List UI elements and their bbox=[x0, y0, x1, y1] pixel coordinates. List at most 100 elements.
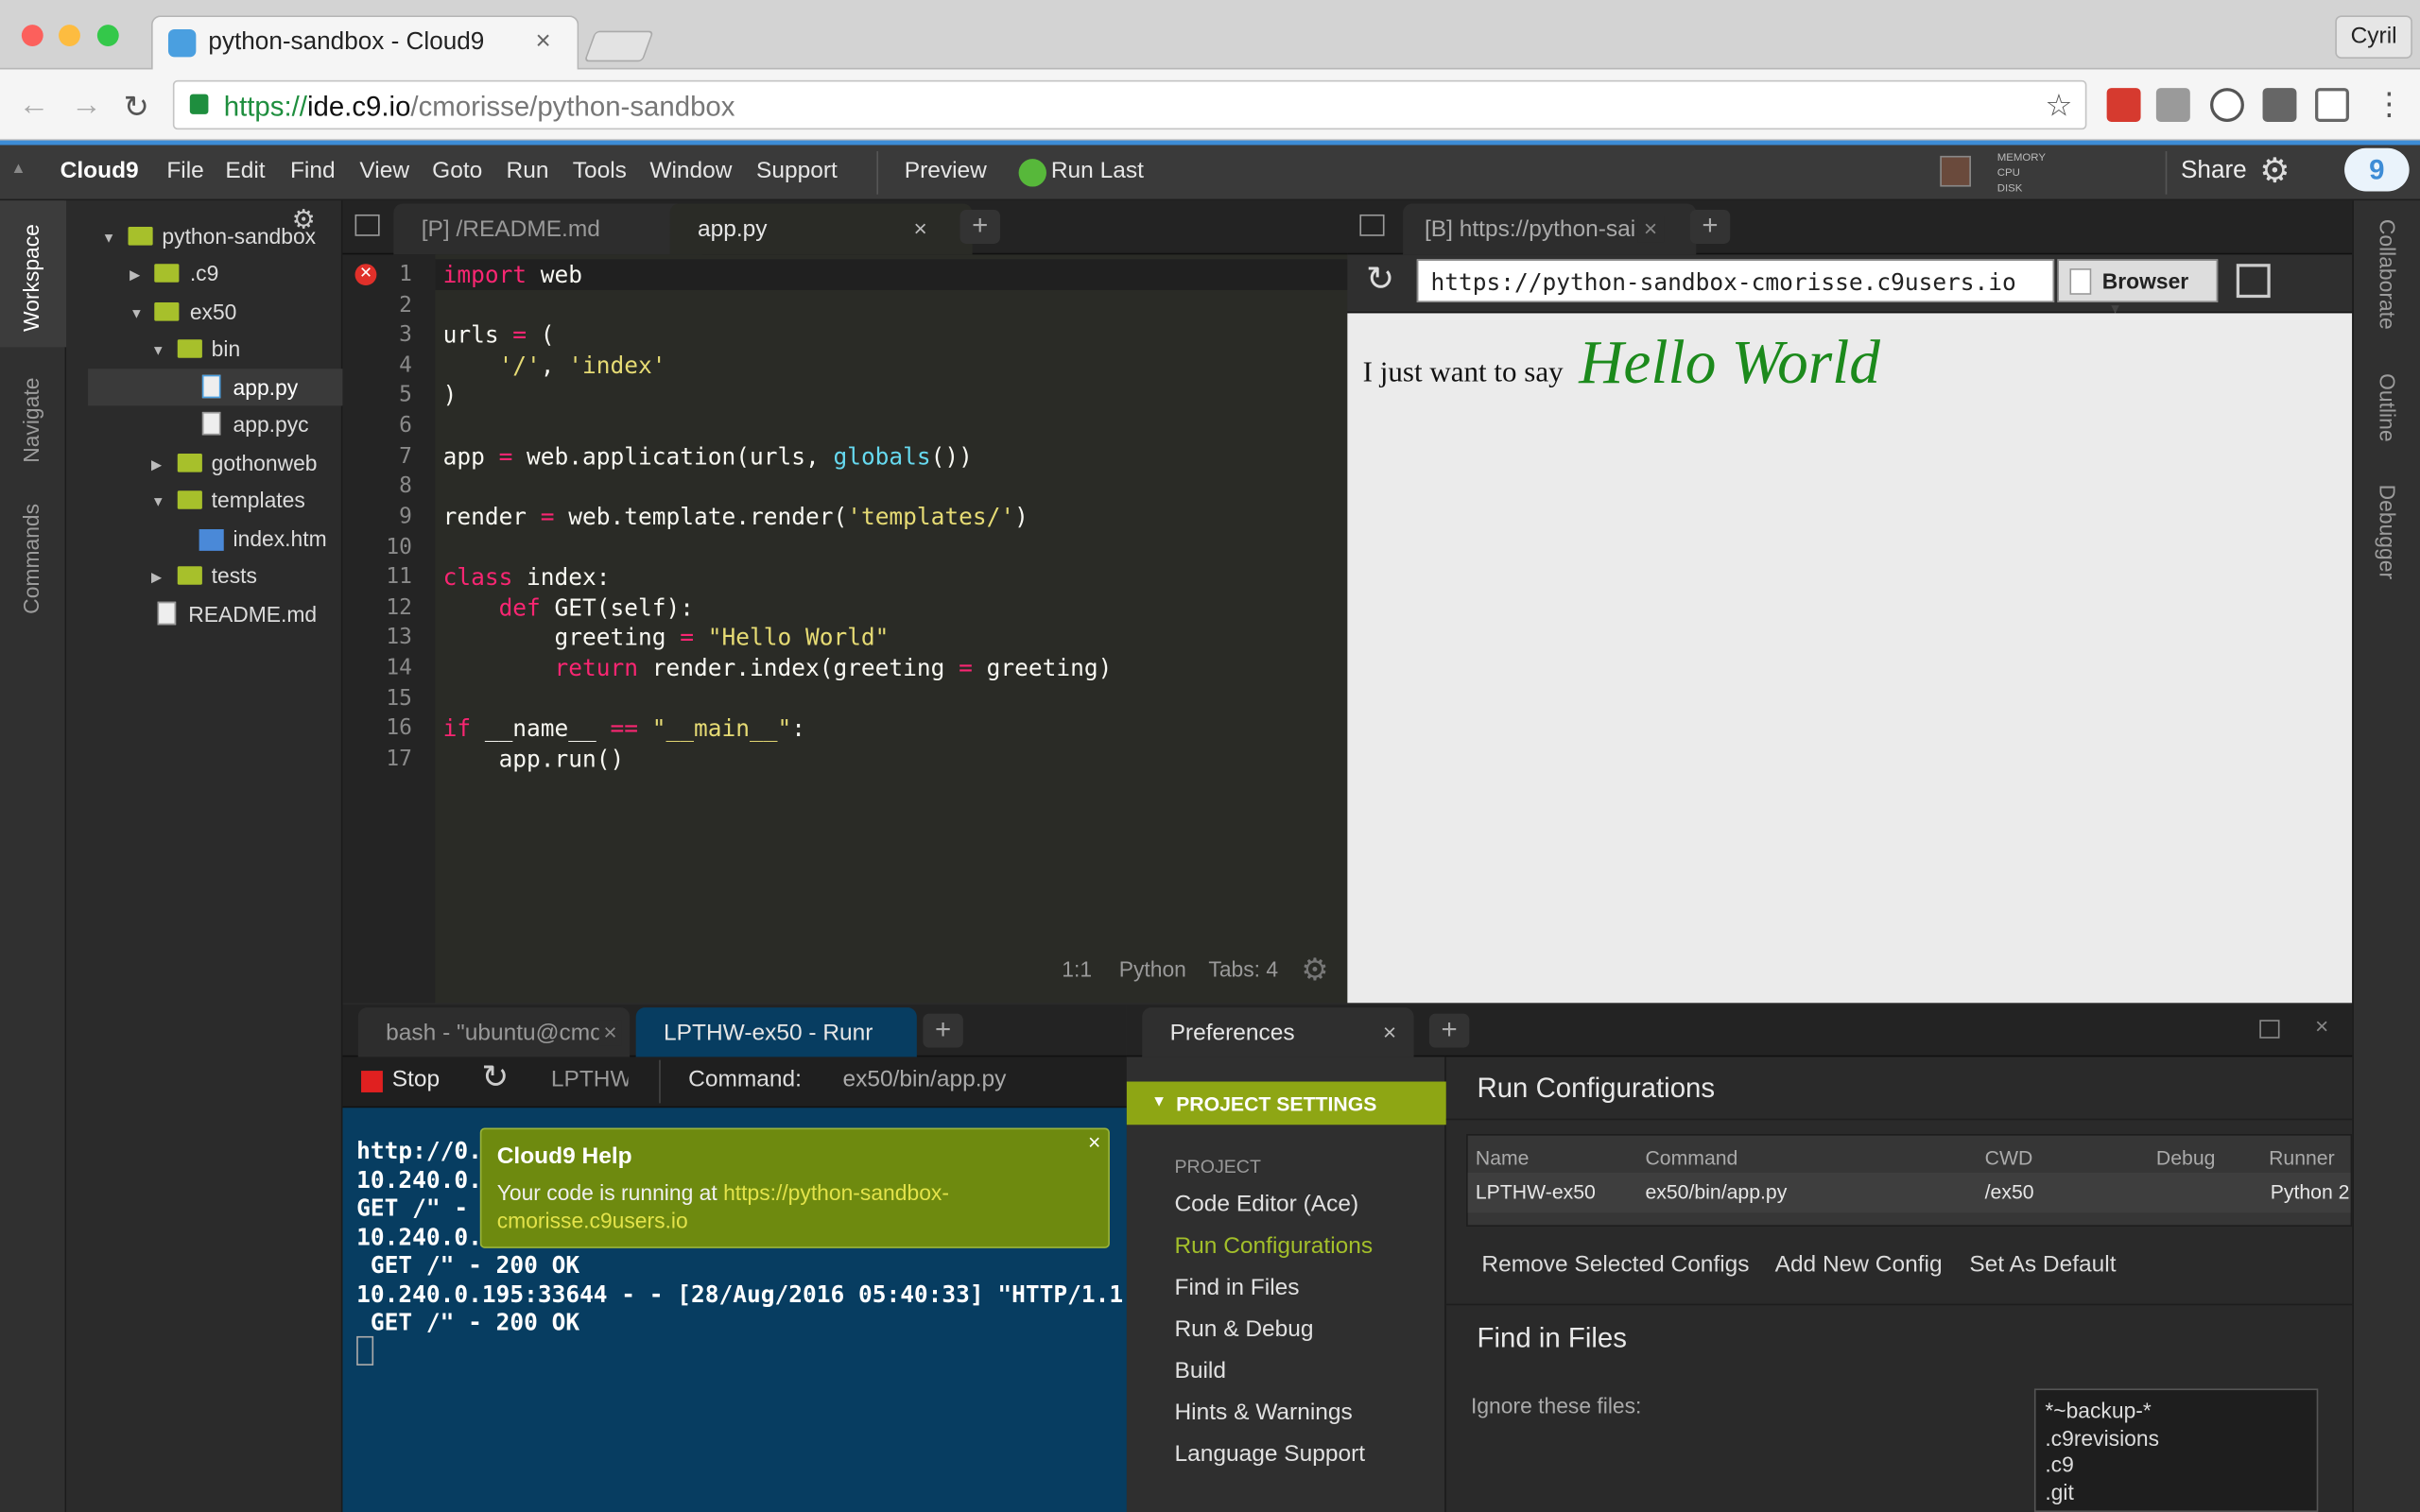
menu-find[interactable]: Find bbox=[290, 158, 336, 184]
avatar[interactable] bbox=[1940, 155, 1971, 187]
editor-settings-gear-icon[interactable]: ⚙ bbox=[1301, 951, 1328, 989]
settings-gear-icon[interactable]: ⚙ bbox=[2259, 151, 2290, 191]
table-row[interactable]: LPTHW-ex50 ex50/bin/app.py /ex50 Python … bbox=[1467, 1172, 2351, 1213]
tree-item-readme[interactable]: README.md bbox=[188, 602, 317, 627]
pref-build[interactable]: Build bbox=[1174, 1358, 1225, 1384]
preview-url-input[interactable]: https://python-sandbox-cmorisse.c9users.… bbox=[1416, 259, 2055, 303]
extension-info-icon[interactable] bbox=[2210, 88, 2244, 122]
new-terminal-tab-plus-icon[interactable]: + bbox=[923, 1013, 963, 1048]
column-header[interactable]: Name bbox=[1476, 1146, 1530, 1169]
menu-view[interactable]: View bbox=[359, 158, 409, 184]
address-bar[interactable]: https://ide.c9.io/cmorisse/python-sandbo… bbox=[172, 79, 2087, 130]
tree-item-tests[interactable]: tests bbox=[212, 563, 257, 588]
run-last-button[interactable]: Run Last bbox=[1051, 158, 1144, 184]
panel-tab-commands[interactable]: Commands bbox=[19, 504, 43, 614]
menu-goto[interactable]: Goto bbox=[432, 158, 482, 184]
collapsed-arrow-icon[interactable]: ▶ bbox=[130, 266, 140, 284]
command-input[interactable]: ex50/bin/app.py bbox=[842, 1066, 1006, 1092]
panel-tab-outline[interactable]: Outline bbox=[2376, 373, 2400, 441]
preview-button[interactable]: Preview bbox=[905, 158, 987, 184]
new-pane-tab-plus-icon[interactable]: + bbox=[1428, 1013, 1470, 1048]
extension-jb-icon[interactable] bbox=[2155, 88, 2190, 122]
browser-tab-active[interactable]: python-sandbox - Cloud9 × bbox=[151, 15, 579, 72]
extension-envelope-icon[interactable] bbox=[2262, 88, 2297, 122]
tree-item-index-htm[interactable]: index.htm bbox=[233, 526, 327, 551]
close-tab-icon[interactable]: × bbox=[1383, 1020, 1396, 1046]
new-preview-tab-plus-icon[interactable]: + bbox=[1689, 210, 1731, 244]
expand-arrow-icon[interactable]: ▼ bbox=[151, 493, 165, 508]
resource-meters[interactable]: MEMORY CPU DISK bbox=[1997, 151, 2046, 198]
pane-menu-icon[interactable] bbox=[354, 214, 380, 236]
address-url[interactable]: https://ide.c9.io/cmorisse/python-sandbo… bbox=[224, 91, 735, 123]
cloud9-logo-icon[interactable]: 9 bbox=[2344, 147, 2410, 192]
pref-find-in-files[interactable]: Find in Files bbox=[1174, 1275, 1299, 1301]
restart-icon[interactable]: ↻ bbox=[481, 1058, 509, 1097]
menu-window[interactable]: Window bbox=[649, 158, 732, 184]
column-header[interactable]: Debug bbox=[2156, 1146, 2216, 1169]
tree-item-ex50[interactable]: ex50 bbox=[190, 300, 237, 324]
new-tab-button[interactable] bbox=[583, 30, 654, 62]
collapsed-arrow-icon[interactable]: ▶ bbox=[151, 569, 162, 586]
tab-runner[interactable]: LPTHW-ex50 - Runr bbox=[635, 1007, 917, 1059]
cursor-position[interactable]: 1:1 bbox=[1062, 956, 1092, 981]
add-config-button[interactable]: Add New Config bbox=[1775, 1251, 1943, 1278]
expand-arrow-icon[interactable]: ▼ bbox=[102, 230, 116, 245]
tree-item-app-py[interactable]: app.py bbox=[233, 375, 299, 400]
tab-app-py[interactable]: app.py × bbox=[669, 203, 973, 255]
tab-readme[interactable]: [P] /README.md × bbox=[393, 203, 702, 255]
run-play-icon[interactable] bbox=[1018, 159, 1046, 187]
collapse-menubar-icon[interactable]: ▲ bbox=[10, 161, 26, 178]
project-settings-header[interactable]: ▼ PROJECT SETTINGS bbox=[1126, 1081, 1446, 1125]
profile-button[interactable]: Cyril bbox=[2335, 15, 2412, 60]
stop-square-icon[interactable] bbox=[361, 1071, 383, 1092]
remove-configs-button[interactable]: Remove Selected Configs bbox=[1481, 1251, 1749, 1278]
preview-mode-select[interactable]: Browser ▼ bbox=[2057, 259, 2219, 317]
share-button[interactable]: Share bbox=[2181, 158, 2247, 185]
tree-item-bin[interactable]: bin bbox=[212, 336, 241, 361]
tree-item-gothonweb[interactable]: gothonweb bbox=[212, 451, 318, 475]
runner-name[interactable]: LPTHW bbox=[551, 1066, 629, 1092]
help-link[interactable]: https://python-sandbox- bbox=[723, 1180, 949, 1205]
pref-code-editor[interactable]: Code Editor (Ace) bbox=[1174, 1191, 1358, 1217]
pref-hints-warnings[interactable]: Hints & Warnings bbox=[1174, 1400, 1352, 1426]
tree-item-python-sandbox[interactable]: python-sandbox bbox=[162, 224, 316, 249]
tab-browser-preview[interactable]: [B] https://python-sai × bbox=[1403, 203, 1697, 255]
reload-icon[interactable]: ↻ bbox=[124, 88, 149, 127]
code-editor[interactable]: import web urls = ( '/', 'index' ) app =… bbox=[435, 254, 1348, 1004]
pref-run-configurations[interactable]: Run Configurations bbox=[1174, 1233, 1373, 1260]
close-tab-icon[interactable]: × bbox=[598, 1020, 622, 1046]
collapsed-arrow-icon[interactable]: ▶ bbox=[151, 456, 162, 473]
menu-file[interactable]: File bbox=[166, 158, 203, 184]
menu-edit[interactable]: Edit bbox=[225, 158, 265, 184]
minimize-window-icon[interactable] bbox=[59, 25, 80, 46]
pref-language-support[interactable]: Language Support bbox=[1174, 1441, 1365, 1468]
close-window-icon[interactable] bbox=[21, 25, 43, 46]
pref-run-debug[interactable]: Run & Debug bbox=[1174, 1316, 1313, 1343]
column-header[interactable]: Command bbox=[1645, 1146, 1737, 1169]
panel-tab-collaborate[interactable]: Collaborate bbox=[2376, 219, 2400, 330]
expand-arrow-icon[interactable]: ▼ bbox=[130, 305, 144, 320]
column-header[interactable]: Runner bbox=[2269, 1146, 2335, 1169]
bookmark-star-icon[interactable]: ☆ bbox=[2045, 86, 2072, 125]
stop-button[interactable]: Stop bbox=[392, 1066, 440, 1092]
back-arrow-icon[interactable]: ← bbox=[19, 88, 50, 124]
expand-arrow-icon[interactable]: ▼ bbox=[151, 342, 165, 357]
panel-tab-navigate[interactable]: Navigate bbox=[19, 378, 43, 463]
close-pane-icon[interactable]: × bbox=[2315, 1014, 2328, 1040]
panel-tab-debugger[interactable]: Debugger bbox=[2376, 485, 2400, 579]
tab-bash[interactable]: bash - "ubuntu@cmc × bbox=[357, 1007, 631, 1059]
tree-item-c9[interactable]: .c9 bbox=[190, 261, 219, 285]
restore-pane-icon[interactable] bbox=[2259, 1020, 2280, 1039]
menu-tools[interactable]: Tools bbox=[573, 158, 627, 184]
set-default-button[interactable]: Set As Default bbox=[1969, 1251, 2116, 1278]
panel-tab-workspace[interactable]: Workspace bbox=[19, 224, 43, 332]
help-link[interactable]: cmorisse.c9users.io bbox=[497, 1208, 688, 1232]
menu-support[interactable]: Support bbox=[756, 158, 838, 184]
column-header[interactable]: CWD bbox=[1985, 1146, 2033, 1169]
pane-menu-icon[interactable] bbox=[1359, 214, 1385, 236]
close-tab-icon[interactable]: × bbox=[536, 26, 551, 58]
extension-mail-icon[interactable] bbox=[2106, 88, 2141, 122]
language-mode[interactable]: Python bbox=[1119, 956, 1186, 981]
zoom-window-icon[interactable] bbox=[96, 25, 119, 46]
tree-item-templates[interactable]: templates bbox=[212, 488, 305, 512]
